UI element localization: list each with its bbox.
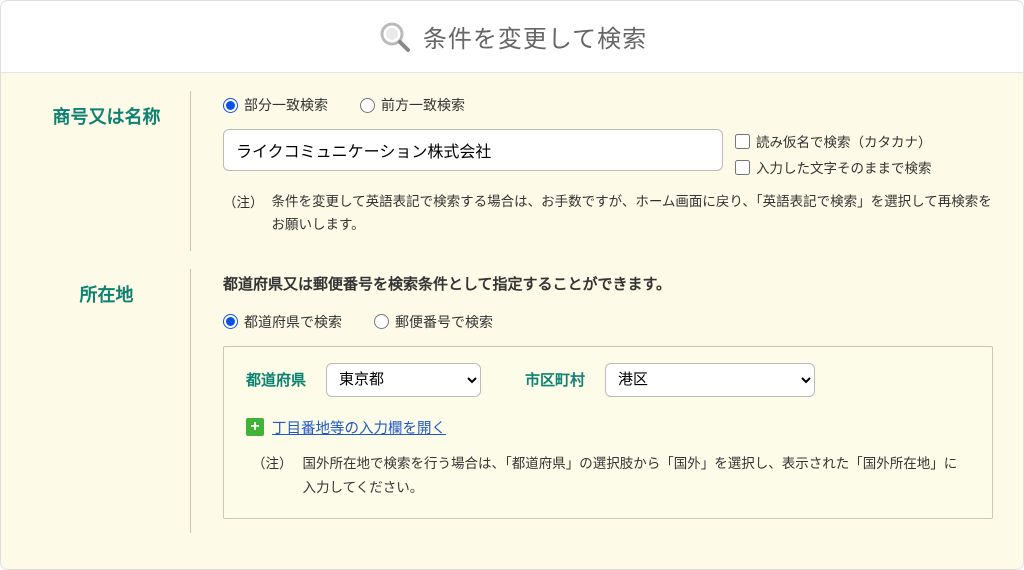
location-note: （注） 国外所在地で検索を行う場合は、「都道府県」の選択肢から「国外」を選択し、… xyxy=(246,452,970,501)
note-marker: （注） xyxy=(223,191,264,237)
section-name-content: 部分一致検索 前方一致検索 読み仮名で検索（カタカナ） xyxy=(191,91,993,251)
search-icon xyxy=(377,19,413,55)
checkbox-exact-input[interactable] xyxy=(735,160,750,175)
note-text: 条件を変更して英語表記で検索する場合は、お手数ですが、ホーム画面に戻り、「英語表… xyxy=(272,191,994,237)
prefecture-label: 都道府県 xyxy=(246,369,306,390)
note-marker: （注） xyxy=(252,452,293,501)
form-body: 商号又は名称 部分一致検索 前方一致検索 xyxy=(1,73,1023,569)
section-location-label: 所在地 xyxy=(31,269,191,534)
radio-postal-input[interactable] xyxy=(374,314,389,329)
location-box: 都道府県 東京都 市区町村 港区 + 丁目番地等の入力欄を開く xyxy=(223,346,993,520)
name-checkbox-col: 読み仮名で検索（カタカナ） 入力した文字そのままで検索 xyxy=(735,129,932,177)
checkbox-exact-label: 入力した文字そのままで検索 xyxy=(756,157,932,177)
location-intro: 都道府県又は郵便番号を検索条件として指定することができます。 xyxy=(223,273,993,294)
name-note: （注） 条件を変更して英語表記で検索する場合は、お手数ですが、ホーム画面に戻り、… xyxy=(223,191,993,237)
location-mode-radio-row: 都道府県で検索 郵便番号で検索 xyxy=(223,312,993,332)
header: 条件を変更して検索 xyxy=(1,1,1023,73)
radio-partial-match-label: 部分一致検索 xyxy=(244,95,328,115)
expand-row: + 丁目番地等の入力欄を開く xyxy=(246,417,970,438)
checkbox-kana[interactable]: 読み仮名で検索（カタカナ） xyxy=(735,131,932,151)
radio-prefecture-label: 都道府県で検索 xyxy=(244,312,342,332)
select-row: 都道府県 東京都 市区町村 港区 xyxy=(246,363,970,397)
city-label: 市区町村 xyxy=(525,369,585,390)
section-name: 商号又は名称 部分一致検索 前方一致検索 xyxy=(31,91,993,251)
company-name-input[interactable] xyxy=(223,129,723,171)
prefecture-select[interactable]: 東京都 xyxy=(326,363,481,397)
note-text: 国外所在地で検索を行う場合は、「都道府県」の選択肢から「国外」を選択し、表示され… xyxy=(303,452,971,501)
radio-postal-label: 郵便番号で検索 xyxy=(395,312,493,332)
section-location: 所在地 都道府県又は郵便番号を検索条件として指定することができます。 都道府県で… xyxy=(31,269,993,534)
city-select[interactable]: 港区 xyxy=(605,363,815,397)
name-input-row: 読み仮名で検索（カタカナ） 入力した文字そのままで検索 xyxy=(223,129,993,177)
section-name-label: 商号又は名称 xyxy=(31,91,191,251)
radio-prefecture-input[interactable] xyxy=(223,314,238,329)
expand-address-link[interactable]: 丁目番地等の入力欄を開く xyxy=(272,417,446,438)
radio-prefecture[interactable]: 都道府県で検索 xyxy=(223,312,342,332)
radio-prefix-match[interactable]: 前方一致検索 xyxy=(360,95,465,115)
radio-partial-match-input[interactable] xyxy=(223,98,238,113)
radio-prefix-match-input[interactable] xyxy=(360,98,375,113)
radio-postal[interactable]: 郵便番号で検索 xyxy=(374,312,493,332)
name-match-radio-row: 部分一致検索 前方一致検索 xyxy=(223,95,993,115)
plus-icon: + xyxy=(246,418,264,436)
checkbox-exact[interactable]: 入力した文字そのままで検索 xyxy=(735,157,932,177)
checkbox-kana-label: 読み仮名で検索（カタカナ） xyxy=(756,131,932,151)
radio-prefix-match-label: 前方一致検索 xyxy=(381,95,465,115)
radio-partial-match[interactable]: 部分一致検索 xyxy=(223,95,328,115)
section-location-content: 都道府県又は郵便番号を検索条件として指定することができます。 都道府県で検索 郵… xyxy=(191,269,993,534)
header-title: 条件を変更して検索 xyxy=(423,19,647,54)
search-form-container: 条件を変更して検索 商号又は名称 部分一致検索 前方一致検索 xyxy=(0,0,1024,570)
checkbox-kana-input[interactable] xyxy=(735,134,750,149)
